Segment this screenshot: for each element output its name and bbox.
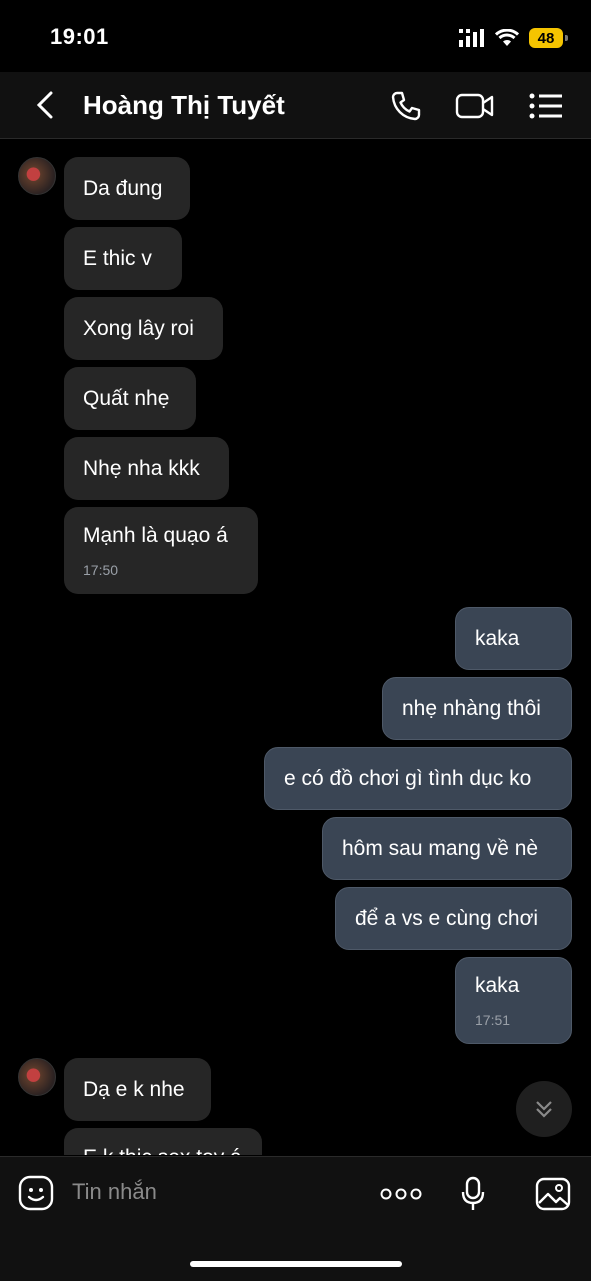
message-text: Dạ e k nhe (83, 1077, 185, 1101)
home-indicator (190, 1261, 402, 1267)
message-bubble[interactable]: Mạnh là quạo á 17:50 (64, 507, 258, 594)
message-time: 17:51 (475, 1011, 511, 1028)
list-menu-icon (529, 93, 562, 119)
message-bubble[interactable]: kaka 17:51 (455, 957, 572, 1044)
message-bubble[interactable]: Nhẹ nha kkk (64, 437, 229, 500)
call-button[interactable] (386, 86, 426, 126)
menu-button[interactable] (526, 86, 566, 126)
message-text: để a vs e cùng chơi (355, 906, 539, 930)
video-call-button[interactable] (455, 86, 495, 126)
battery-icon: 48 (529, 28, 568, 48)
phone-icon (391, 91, 421, 121)
message-text: E k thic sex toy á (83, 1146, 243, 1155)
video-camera-icon (455, 93, 494, 119)
message-bubble[interactable]: Da đung (64, 157, 190, 220)
message-bubble[interactable]: E k thic sex toy á (64, 1128, 262, 1155)
scroll-to-bottom-button[interactable] (516, 1081, 572, 1137)
chevron-left-icon (36, 91, 53, 119)
image-icon (535, 1177, 571, 1211)
contact-avatar[interactable] (18, 1058, 56, 1096)
message-input[interactable]: Tin nhắn (72, 1179, 157, 1205)
message-bubble[interactable]: Quất nhẹ (64, 367, 196, 430)
message-bubble[interactable]: Xong lây roi (64, 297, 223, 360)
message-bubble[interactable]: kaka (455, 607, 572, 670)
status-time: 19:01 (50, 24, 109, 49)
chat-header: Hoàng Thị Tuyết (0, 72, 591, 139)
double-chevron-down-icon (536, 1101, 552, 1118)
message-bubble[interactable]: E thic v (64, 227, 182, 290)
more-options-button[interactable] (380, 1175, 422, 1213)
message-text: E thic v (83, 246, 152, 270)
sticker-button[interactable] (18, 1175, 54, 1211)
contact-avatar[interactable] (18, 157, 56, 195)
message-text: kaka (475, 626, 520, 650)
message-text: e có đồ chơi gì tình dục ko (284, 766, 532, 790)
wifi-icon (495, 29, 519, 46)
voice-message-button[interactable] (454, 1175, 492, 1213)
more-dots-icon (380, 1188, 422, 1200)
contact-name[interactable]: Hoàng Thị Tuyết (83, 90, 285, 121)
message-text: Nhẹ nha kkk (83, 456, 200, 480)
message-text: Xong lây roi (83, 316, 194, 340)
message-bubble[interactable]: để a vs e cùng chơi (335, 887, 572, 950)
message-list[interactable]: Da đung E thic v Xong lây roi Quất nhẹ N… (0, 139, 591, 1155)
sticker-icon (18, 1175, 54, 1211)
message-text: Quất nhẹ (83, 386, 170, 410)
gallery-button[interactable] (534, 1175, 572, 1213)
signal-icon (459, 29, 484, 47)
message-text: Da đung (83, 176, 163, 200)
message-bubble[interactable]: e có đồ chơi gì tình dục ko (264, 747, 572, 810)
message-bubble[interactable]: Dạ e k nhe (64, 1058, 211, 1121)
status-bar: 19:01 48 (0, 0, 591, 72)
message-composer: Tin nhắn (0, 1156, 591, 1281)
message-time: 17:50 (83, 561, 119, 578)
message-bubble[interactable]: nhẹ nhàng thôi (382, 677, 572, 740)
message-bubble[interactable]: hôm sau mang về nè (322, 817, 572, 880)
message-text: nhẹ nhàng thôi (402, 696, 541, 720)
message-text: kaka (475, 973, 520, 997)
microphone-icon (461, 1176, 485, 1210)
back-button[interactable] (30, 88, 60, 122)
message-text: hôm sau mang về nè (342, 836, 539, 860)
message-text: Mạnh là quạo á (83, 523, 228, 547)
